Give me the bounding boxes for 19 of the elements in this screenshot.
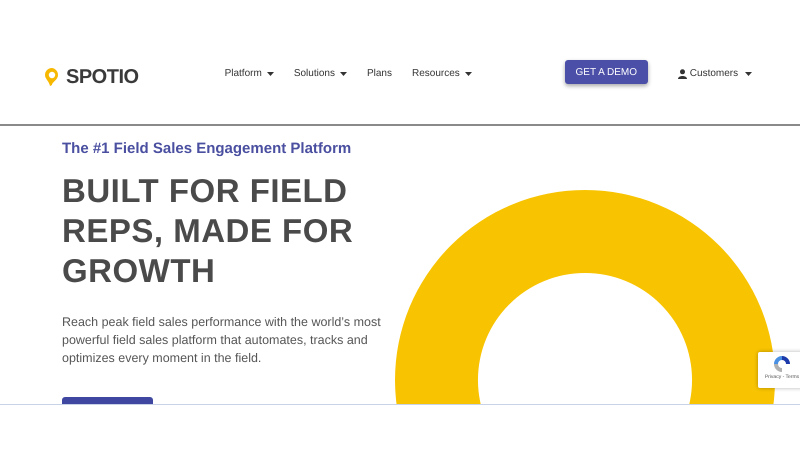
nav-link[interactable]: Solutions bbox=[294, 66, 347, 81]
recaptcha-icon bbox=[772, 354, 792, 374]
caret-icon bbox=[266, 72, 274, 76]
headline-line: BUILT FOR FIELD bbox=[62, 170, 349, 210]
headline-line: GROWTH bbox=[62, 250, 216, 290]
get-demo-button[interactable]: GET A DEMO bbox=[564, 60, 648, 84]
location-pin-icon bbox=[44, 67, 60, 87]
customers-menu[interactable]: Customers bbox=[678, 66, 752, 81]
hero-description: Reach peak field sales performance with the world’s most powerful field sales platform that automates, tracks and optimizes every moment in the field. bbox=[62, 314, 382, 366]
nav-link[interactable]: Resources bbox=[412, 66, 472, 81]
nav-link[interactable]: Plans bbox=[366, 66, 392, 81]
tagline: The #1 Field Sales Engagement Platform bbox=[62, 139, 352, 159]
logo-text[interactable]: SPOTIO bbox=[66, 62, 139, 92]
headline-line: REPS, MADE FOR bbox=[62, 210, 354, 250]
nav-link[interactable]: Platform bbox=[224, 66, 274, 81]
user-icon bbox=[678, 68, 687, 78]
caret-icon bbox=[340, 72, 347, 76]
caret-icon bbox=[464, 72, 472, 76]
caret-icon bbox=[745, 72, 752, 76]
